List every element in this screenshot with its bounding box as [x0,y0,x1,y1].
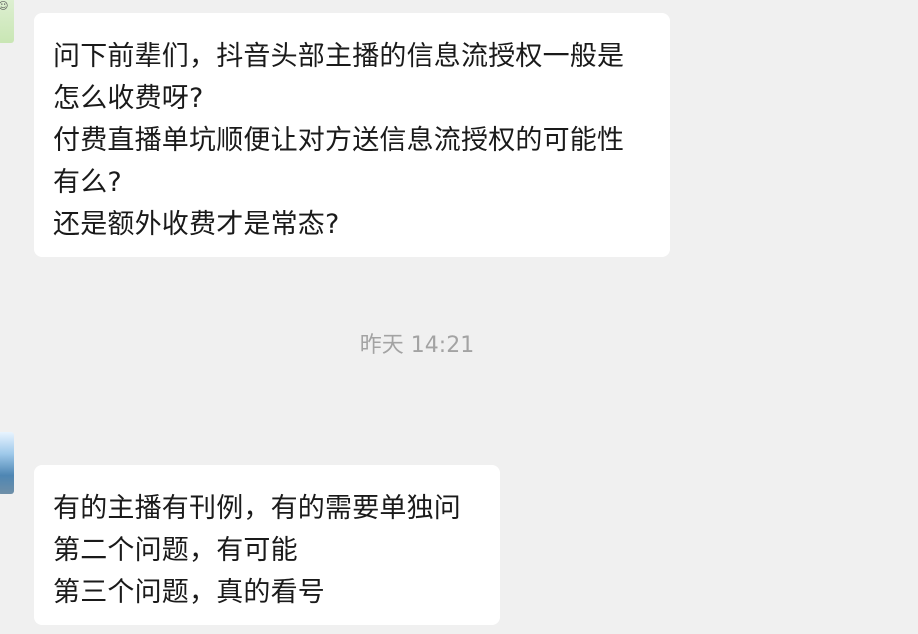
message-line: 有的主播有刊例，有的需要单独问 [53,493,461,524]
message-line: 有么? [53,167,122,198]
timestamp-divider: 昨天 14:21 [359,333,475,358]
message-line: 还是额外收费才是常态? [53,209,340,240]
message-line: 怎么收费呀? [53,83,204,114]
sender-avatar-bottom[interactable] [0,432,14,494]
avatar-emoji-icon: ☺ [0,1,9,12]
message-bubble[interactable]: 有的主播有刊例，有的需要单独问 第二个问题，有可能 第三个问题，真的看号 [34,465,500,625]
sender-avatar-top[interactable]: ☺ [0,0,14,43]
message-line: 第二个问题，有可能 [53,535,298,566]
message-line: 第三个问题，真的看号 [53,577,325,608]
message-bubble[interactable]: 问下前辈们，抖音头部主播的信息流授权一般是 怎么收费呀? 付费直播单坑顺便让对方… [34,13,670,257]
message-line: 问下前辈们，抖音头部主播的信息流授权一般是 [53,41,625,72]
message-line: 付费直播单坑顺便让对方送信息流授权的可能性 [53,125,625,156]
